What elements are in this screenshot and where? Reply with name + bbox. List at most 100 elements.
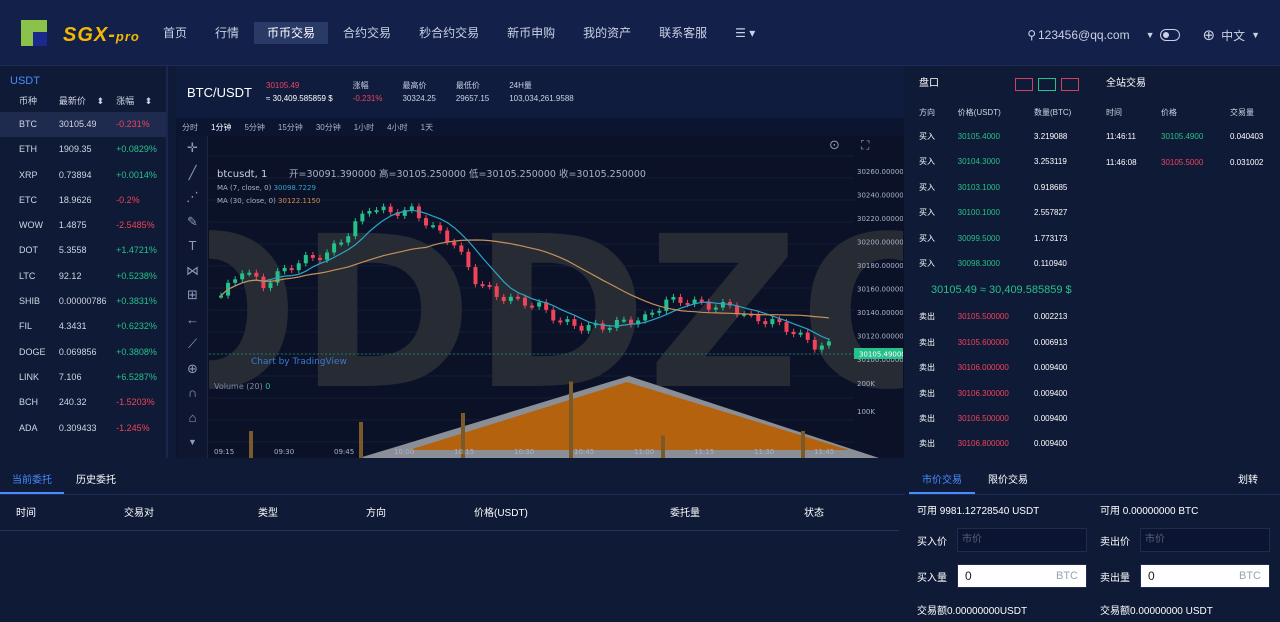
orders-col-amount: 委托量 bbox=[670, 508, 700, 519]
interval-1m[interactable]: 1分钟 bbox=[211, 122, 231, 133]
menu-ipo[interactable]: 新币申购 bbox=[494, 22, 568, 44]
order-book-row[interactable]: 买入 30103.1000 0.918685 bbox=[909, 175, 1092, 200]
interval-30m[interactable]: 30分钟 bbox=[316, 122, 341, 133]
trade-price: 30105.4900 bbox=[1161, 132, 1204, 141]
order-book-row[interactable]: 卖出 30106.500000 0.009400 bbox=[909, 406, 1092, 431]
buy-qty-input[interactable]: 0 BTC bbox=[957, 564, 1087, 588]
menu-support[interactable]: 联系客服 bbox=[646, 22, 720, 44]
candle-body bbox=[770, 319, 775, 325]
interval-5m[interactable]: 5分钟 bbox=[244, 122, 264, 133]
order-book-row[interactable]: 卖出 30106.000000 0.009400 bbox=[909, 355, 1092, 380]
menu-home[interactable]: 首页 bbox=[150, 22, 200, 44]
tab-current-orders[interactable]: 当前委托 bbox=[0, 462, 64, 494]
market-row[interactable]: BTC 30105.49 -0.231% bbox=[0, 112, 166, 138]
order-book-row[interactable]: 买入 30099.5000 1.773173 bbox=[909, 226, 1092, 251]
order-book-row[interactable]: 买入 30098.3000 0.110940 bbox=[909, 251, 1092, 276]
candle-body bbox=[812, 339, 817, 350]
candle-body bbox=[763, 321, 768, 325]
order-book-row[interactable]: 买入 30100.1000 2.557827 bbox=[909, 200, 1092, 225]
order-book-row[interactable]: 卖出 30105.600000 0.006913 bbox=[909, 330, 1092, 355]
menu-second-contract[interactable]: 秒合约交易 bbox=[406, 22, 492, 44]
tab-order-history[interactable]: 历史委托 bbox=[64, 462, 128, 494]
sell-price-input[interactable]: 市价 bbox=[1140, 528, 1270, 552]
arrow-left-icon[interactable]: ← bbox=[178, 308, 207, 333]
ruler-icon[interactable]: ⟋ bbox=[178, 332, 207, 357]
order-book-row[interactable]: 买入 30105.4000 3.219088 bbox=[909, 124, 1092, 149]
market-row[interactable]: XRP 0.73894 +0.0014% bbox=[0, 163, 166, 188]
market-row[interactable]: DOGE 0.069856 +0.3808% bbox=[0, 340, 166, 365]
market-row[interactable]: DOT 5.3558 +1.4721% bbox=[0, 238, 166, 263]
order-book-row[interactable]: 卖出 30105.500000 0.002213 bbox=[909, 304, 1092, 329]
chart-panel: BTC/USDT 30105.49 ≈ 30,409.585859 $ 涨幅 -0.… bbox=[176, 66, 904, 458]
sort-icon[interactable]: ⬍ bbox=[96, 96, 104, 106]
crosshair-icon[interactable]: ✛ bbox=[178, 136, 207, 161]
sell-qty-input[interactable]: 0 BTC bbox=[1140, 564, 1270, 588]
order-book-row[interactable]: 买入 30104.3000 3.253119 bbox=[909, 149, 1092, 174]
coin-name: ADA bbox=[19, 422, 38, 433]
camera-icon[interactable]: ⊙ bbox=[829, 138, 840, 153]
transfer-button[interactable]: 划转 bbox=[1238, 462, 1258, 500]
market-row[interactable]: ETC 18.9626 -0.2% bbox=[0, 188, 166, 213]
tab-limit-order[interactable]: 限价交易 bbox=[975, 462, 1041, 494]
book-both-icon[interactable] bbox=[1015, 78, 1033, 91]
col-price[interactable]: 最新价 ⬍ bbox=[59, 90, 116, 112]
interval-4h[interactable]: 4小时 bbox=[387, 122, 407, 133]
market-row[interactable]: FIL 4.3431 +0.6232% bbox=[0, 314, 166, 339]
interval-1h[interactable]: 1小时 bbox=[354, 122, 374, 133]
brush-icon[interactable]: ✎ bbox=[178, 210, 207, 235]
logo[interactable]: SGX-pro bbox=[21, 20, 141, 50]
trade-form-tabs: 市价交易 限价交易 划转 bbox=[909, 462, 1280, 495]
buy-price-input[interactable]: 市价 bbox=[957, 528, 1087, 552]
book-sell-icon[interactable] bbox=[1061, 78, 1079, 91]
chevron-down-icon[interactable]: ▼ bbox=[1251, 30, 1260, 40]
market-row[interactable]: ADA 0.309433 -1.245% bbox=[0, 416, 166, 441]
coin-change: +0.3831% bbox=[116, 296, 157, 307]
menu-assets[interactable]: 我的资产 bbox=[570, 22, 644, 44]
pattern-icon[interactable]: ⋈ bbox=[178, 259, 207, 284]
menu-spot[interactable]: 币币交易 bbox=[254, 22, 329, 44]
coin-change: +0.6232% bbox=[116, 321, 157, 332]
ob-side: 买入 bbox=[919, 182, 935, 192]
interval-15m[interactable]: 15分钟 bbox=[278, 122, 303, 133]
menu-contract[interactable]: 合约交易 bbox=[330, 22, 404, 44]
ma7-legend: MA (7, close, 0) 30098.7229 bbox=[217, 184, 316, 192]
lock-icon[interactable]: ⌂ bbox=[178, 406, 207, 431]
language-select[interactable]: 中文 bbox=[1221, 27, 1245, 44]
theme-toggle[interactable] bbox=[1160, 29, 1181, 41]
chart-area[interactable]: ✛ ╱ ⋰ ✎ T ⋈ ⊞ ← ⟋ ⊕ ∩ ⌂ ▼ ODDZO 30260.00… bbox=[178, 136, 904, 458]
tab-market-order[interactable]: 市价交易 bbox=[909, 462, 975, 494]
market-quote-title[interactable]: USDT bbox=[0, 66, 166, 90]
candlestick-chart[interactable]: ODDZO 30260.00000030240.00000030220.0000… bbox=[209, 136, 903, 458]
list-icon[interactable]: ☰ ▾ bbox=[722, 22, 768, 44]
chevron-down-icon[interactable]: ▼ bbox=[178, 430, 207, 455]
market-row[interactable]: WOW 1.4875 -2.5485% bbox=[0, 213, 166, 238]
zoom-icon[interactable]: ⊕ bbox=[178, 357, 207, 382]
fib-icon[interactable]: ⋰ bbox=[178, 185, 207, 210]
order-book-row[interactable]: 卖出 30106.800000 0.009400 bbox=[909, 431, 1092, 456]
chevron-down-icon[interactable]: ▼ bbox=[1146, 30, 1155, 40]
market-row[interactable]: LINK 7.106 +6.5287% bbox=[0, 365, 166, 390]
coin-name: BTC bbox=[19, 119, 37, 129]
interval-1d[interactable]: 1天 bbox=[421, 122, 433, 133]
candle-body bbox=[473, 267, 478, 285]
order-book-row[interactable]: 卖出 30106.300000 0.009400 bbox=[909, 381, 1092, 406]
text-icon[interactable]: T bbox=[178, 234, 207, 259]
market-row[interactable]: SHIB 0.00000786 +0.3831% bbox=[0, 289, 166, 314]
sort-icon[interactable]: ⬍ bbox=[145, 96, 153, 106]
magnet-icon[interactable]: ∩ bbox=[178, 381, 207, 406]
measure-icon[interactable]: ⊞ bbox=[178, 283, 207, 308]
user-email[interactable]: 123456@qq.com bbox=[1038, 28, 1130, 42]
col-change[interactable]: 涨幅 ⬍ bbox=[116, 90, 166, 112]
market-row[interactable]: ETH 1909.35 +0.0829% bbox=[0, 137, 166, 162]
globe-icon[interactable]: ⊕ bbox=[1202, 26, 1215, 44]
coin-name: FIL bbox=[19, 321, 33, 332]
book-buy-icon[interactable] bbox=[1038, 78, 1056, 91]
sell-qty-value: 0 bbox=[1148, 569, 1155, 583]
fullscreen-icon[interactable]: ⛶ bbox=[860, 138, 870, 152]
trend-line-icon[interactable]: ╱ bbox=[178, 161, 207, 186]
market-row[interactable]: LTC 92.12 +0.5238% bbox=[0, 264, 166, 289]
coin-change: -2.5485% bbox=[116, 220, 155, 231]
market-row[interactable]: BCH 240.32 -1.5203% bbox=[0, 390, 166, 415]
menu-market[interactable]: 行情 bbox=[202, 22, 252, 44]
interval-timeline[interactable]: 分时 bbox=[182, 122, 198, 133]
